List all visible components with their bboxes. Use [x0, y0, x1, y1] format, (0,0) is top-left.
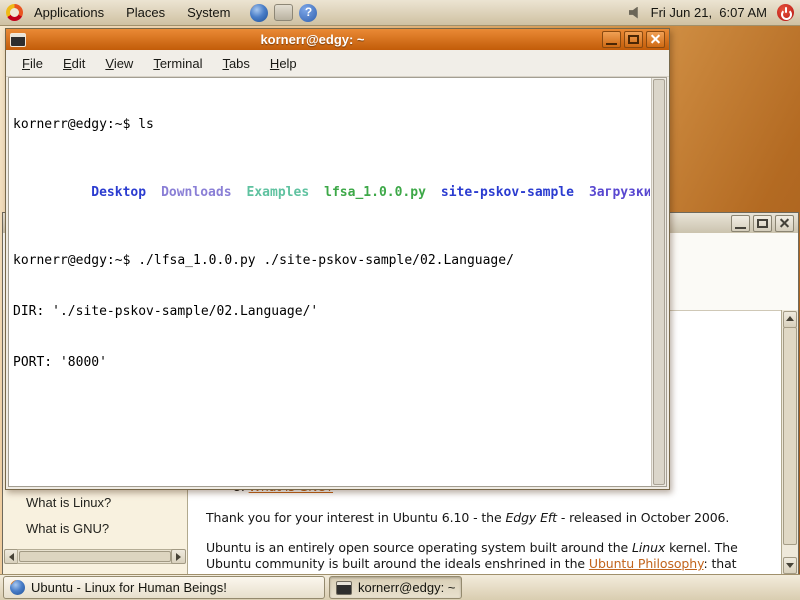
arrow-left-icon: [9, 553, 14, 561]
taskbar-button-label: Ubuntu - Linux for Human Beings!: [31, 580, 227, 595]
terminal-icon: [336, 581, 352, 595]
taskbar: Ubuntu - Linux for Human Beings! kornerr…: [0, 574, 800, 600]
terminal-output-line: DIR: './site-pskov-sample/02.Language/': [13, 303, 648, 320]
scrollbar-track[interactable]: [17, 549, 173, 564]
ls-entry-desktop: Desktop: [91, 185, 146, 200]
terminal-prompt-line: kornerr@edgy:~$ ls: [13, 116, 648, 133]
ls-entry-lfsa-script: lfsa_1.0.0.py: [324, 185, 426, 200]
paragraph-em: Linux: [632, 540, 665, 555]
menu-system[interactable]: System: [176, 0, 241, 25]
ls-entry-zagruzki: Загрузки: [589, 185, 650, 200]
launcher-icon[interactable]: [274, 4, 293, 21]
firefox-icon: [10, 580, 25, 595]
terminal-output-line: PORT: '8000': [13, 354, 648, 371]
scroll-up-button[interactable]: [783, 311, 797, 328]
scrollbar-thumb[interactable]: [653, 79, 665, 485]
terminal-window: kornerr@edgy: ~ File Edit View Terminal …: [5, 28, 670, 490]
ls-entry-site-pskov-sample: site-pskov-sample: [441, 185, 574, 200]
menu-applications[interactable]: Applications: [23, 0, 115, 25]
terminal-titlebar[interactable]: kornerr@edgy: ~: [6, 29, 669, 50]
paragraph-text: - released in October 2006.: [557, 510, 729, 525]
paragraph-text: Ubuntu community is built around the ide…: [206, 556, 589, 571]
ubuntu-logo-icon[interactable]: [6, 4, 23, 21]
terminal-prompt-line: kornerr@edgy:~$ ./lfsa_1.0.0.py ./site-p…: [13, 252, 648, 269]
link-ubuntu-philosophy[interactable]: Ubuntu Philosophy: [589, 556, 704, 571]
menu-edit[interactable]: Edit: [53, 52, 95, 75]
terminal-screen[interactable]: kornerr@edgy:~$ ls Desktop Downloads Examp…: [8, 77, 667, 487]
menu-places[interactable]: Places: [115, 0, 176, 25]
taskbar-button-terminal[interactable]: kornerr@edgy: ~: [329, 576, 462, 599]
top-panel: Applications Places System Fri Jun 21, 6…: [0, 0, 800, 26]
terminal-scrollbar[interactable]: [651, 78, 666, 486]
paragraph-text: Thank you for your interest in Ubuntu 6.…: [206, 510, 505, 525]
arrow-down-icon: [786, 563, 794, 568]
taskbar-button-firefox[interactable]: Ubuntu - Linux for Human Beings!: [3, 576, 325, 599]
paragraph-em: Edgy Eft: [505, 510, 557, 525]
taskbar-button-label: kornerr@edgy: ~: [358, 580, 455, 595]
browser-vertical-scrollbar[interactable]: [781, 310, 798, 575]
volume-icon[interactable]: [629, 7, 643, 19]
close-button[interactable]: [775, 215, 794, 232]
help-launcher-icon[interactable]: [299, 4, 317, 22]
clock[interactable]: Fri Jun 21, 6:07 AM: [651, 5, 767, 20]
minimize-button[interactable]: [602, 31, 621, 48]
arrow-up-icon: [786, 316, 794, 321]
minimize-button[interactable]: [731, 215, 750, 232]
ls-entry-examples: Examples: [247, 185, 310, 200]
paragraph: Thank you for your interest in Ubuntu 6.…: [206, 510, 729, 526]
paragraph-text: kernel. The: [665, 540, 737, 555]
menu-file[interactable]: File: [12, 52, 53, 75]
terminal-text: kornerr@edgy:~$ ls Desktop Downloads Examp…: [9, 78, 650, 486]
terminal-title: kornerr@edgy: ~: [26, 32, 599, 47]
sidebar-link-what-is-linux[interactable]: What is Linux?: [26, 495, 111, 510]
desktop: What is Linux? What is GNU? 8. What is G…: [0, 0, 800, 600]
close-button[interactable]: [646, 31, 665, 48]
paragraph: Ubuntu is an entirely open source operat…: [206, 540, 738, 572]
sidebar-link-what-is-gnu[interactable]: What is GNU?: [26, 521, 109, 536]
scroll-right-button[interactable]: [171, 549, 186, 564]
menu-terminal[interactable]: Terminal: [143, 52, 212, 75]
menu-view[interactable]: View: [95, 52, 143, 75]
ls-entry-downloads: Downloads: [161, 185, 231, 200]
maximize-button[interactable]: [753, 215, 772, 232]
maximize-button[interactable]: [624, 31, 643, 48]
scrollbar-thumb[interactable]: [19, 551, 171, 562]
paragraph-text: Ubuntu is an entirely open source operat…: [206, 540, 632, 555]
power-icon[interactable]: [777, 4, 794, 21]
scrollbar-thumb[interactable]: [783, 327, 797, 545]
paragraph-text: : that: [703, 556, 736, 571]
menu-help[interactable]: Help: [260, 52, 307, 75]
arrow-right-icon: [176, 553, 181, 561]
firefox-launcher-icon[interactable]: [250, 4, 268, 22]
sidebar-horizontal-scrollbar[interactable]: [4, 549, 186, 564]
scroll-down-button[interactable]: [783, 557, 797, 574]
terminal-menubar: File Edit View Terminal Tabs Help: [6, 50, 669, 77]
terminal-icon: [10, 33, 26, 47]
terminal-ls-output-line: Desktop Downloads Examples lfsa_1.0.0.py sit…: [13, 167, 648, 218]
menu-tabs[interactable]: Tabs: [212, 52, 259, 75]
